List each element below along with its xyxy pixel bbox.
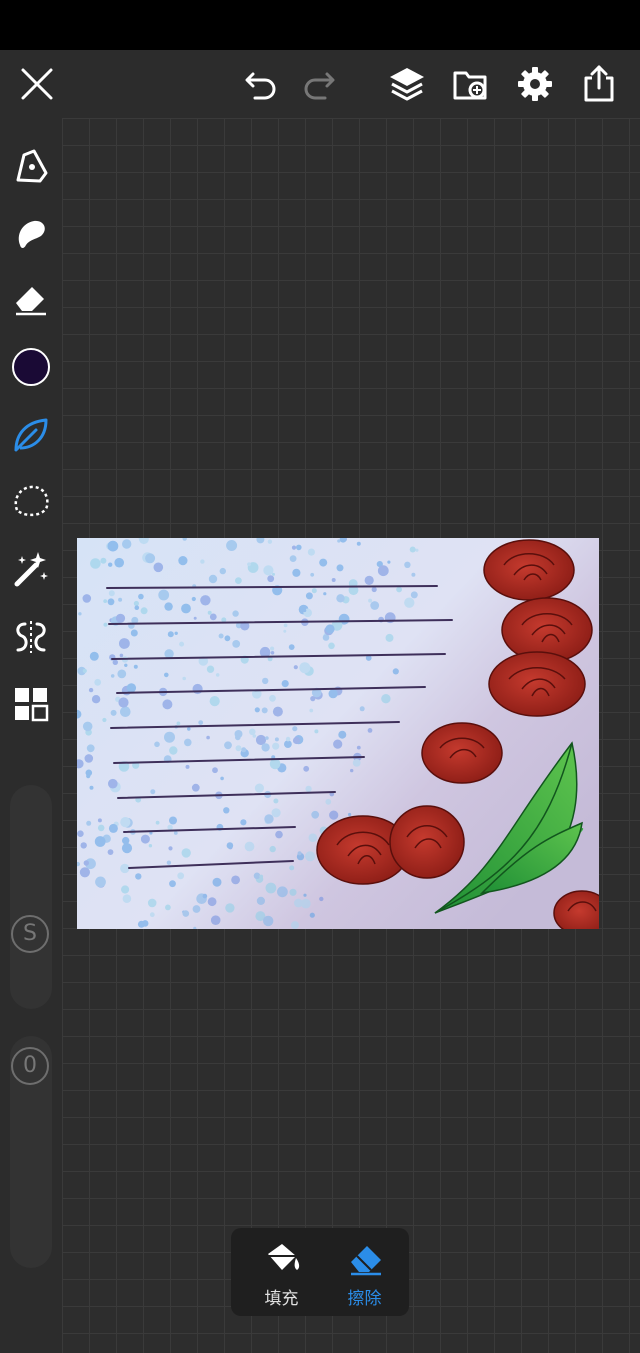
brush-size-knob[interactable]: S [11,915,49,953]
pen-icon[interactable] [12,147,50,185]
fill-button[interactable]: 填充 [237,1228,326,1316]
lasso-icon[interactable] [11,482,51,520]
erase-label: 擦除 [347,1289,382,1309]
symmetry-icon[interactable] [12,618,50,656]
import-icon[interactable] [452,65,490,103]
grid-icon[interactable] [13,686,49,722]
tool-sidebar: S 0 [0,118,62,1353]
undo-icon[interactable] [243,66,279,102]
color-swatch[interactable] [11,347,51,387]
paint-bucket-icon [264,1240,302,1276]
redo-icon[interactable] [301,66,337,102]
artwork-illustration [77,538,599,929]
erase-button[interactable]: 擦除 [320,1228,409,1316]
magic-wand-icon[interactable] [12,550,50,588]
fill-label: 填充 [264,1289,299,1309]
close-icon[interactable] [19,66,55,102]
eraser-icon [347,1242,385,1276]
opacity-knob[interactable]: 0 [11,1047,49,1085]
layers-icon[interactable] [388,65,426,103]
leaf-icon[interactable] [12,416,50,454]
share-icon[interactable] [580,64,618,104]
fill-erase-panel: 填充 擦除 [231,1228,409,1316]
eraser-icon[interactable] [12,281,50,319]
artwork-canvas[interactable] [77,538,599,929]
status-bar [0,0,640,50]
top-toolbar [0,50,640,118]
brush-size-slider[interactable] [10,785,52,1009]
smudge-icon[interactable] [12,215,50,253]
gear-icon[interactable] [516,65,554,103]
